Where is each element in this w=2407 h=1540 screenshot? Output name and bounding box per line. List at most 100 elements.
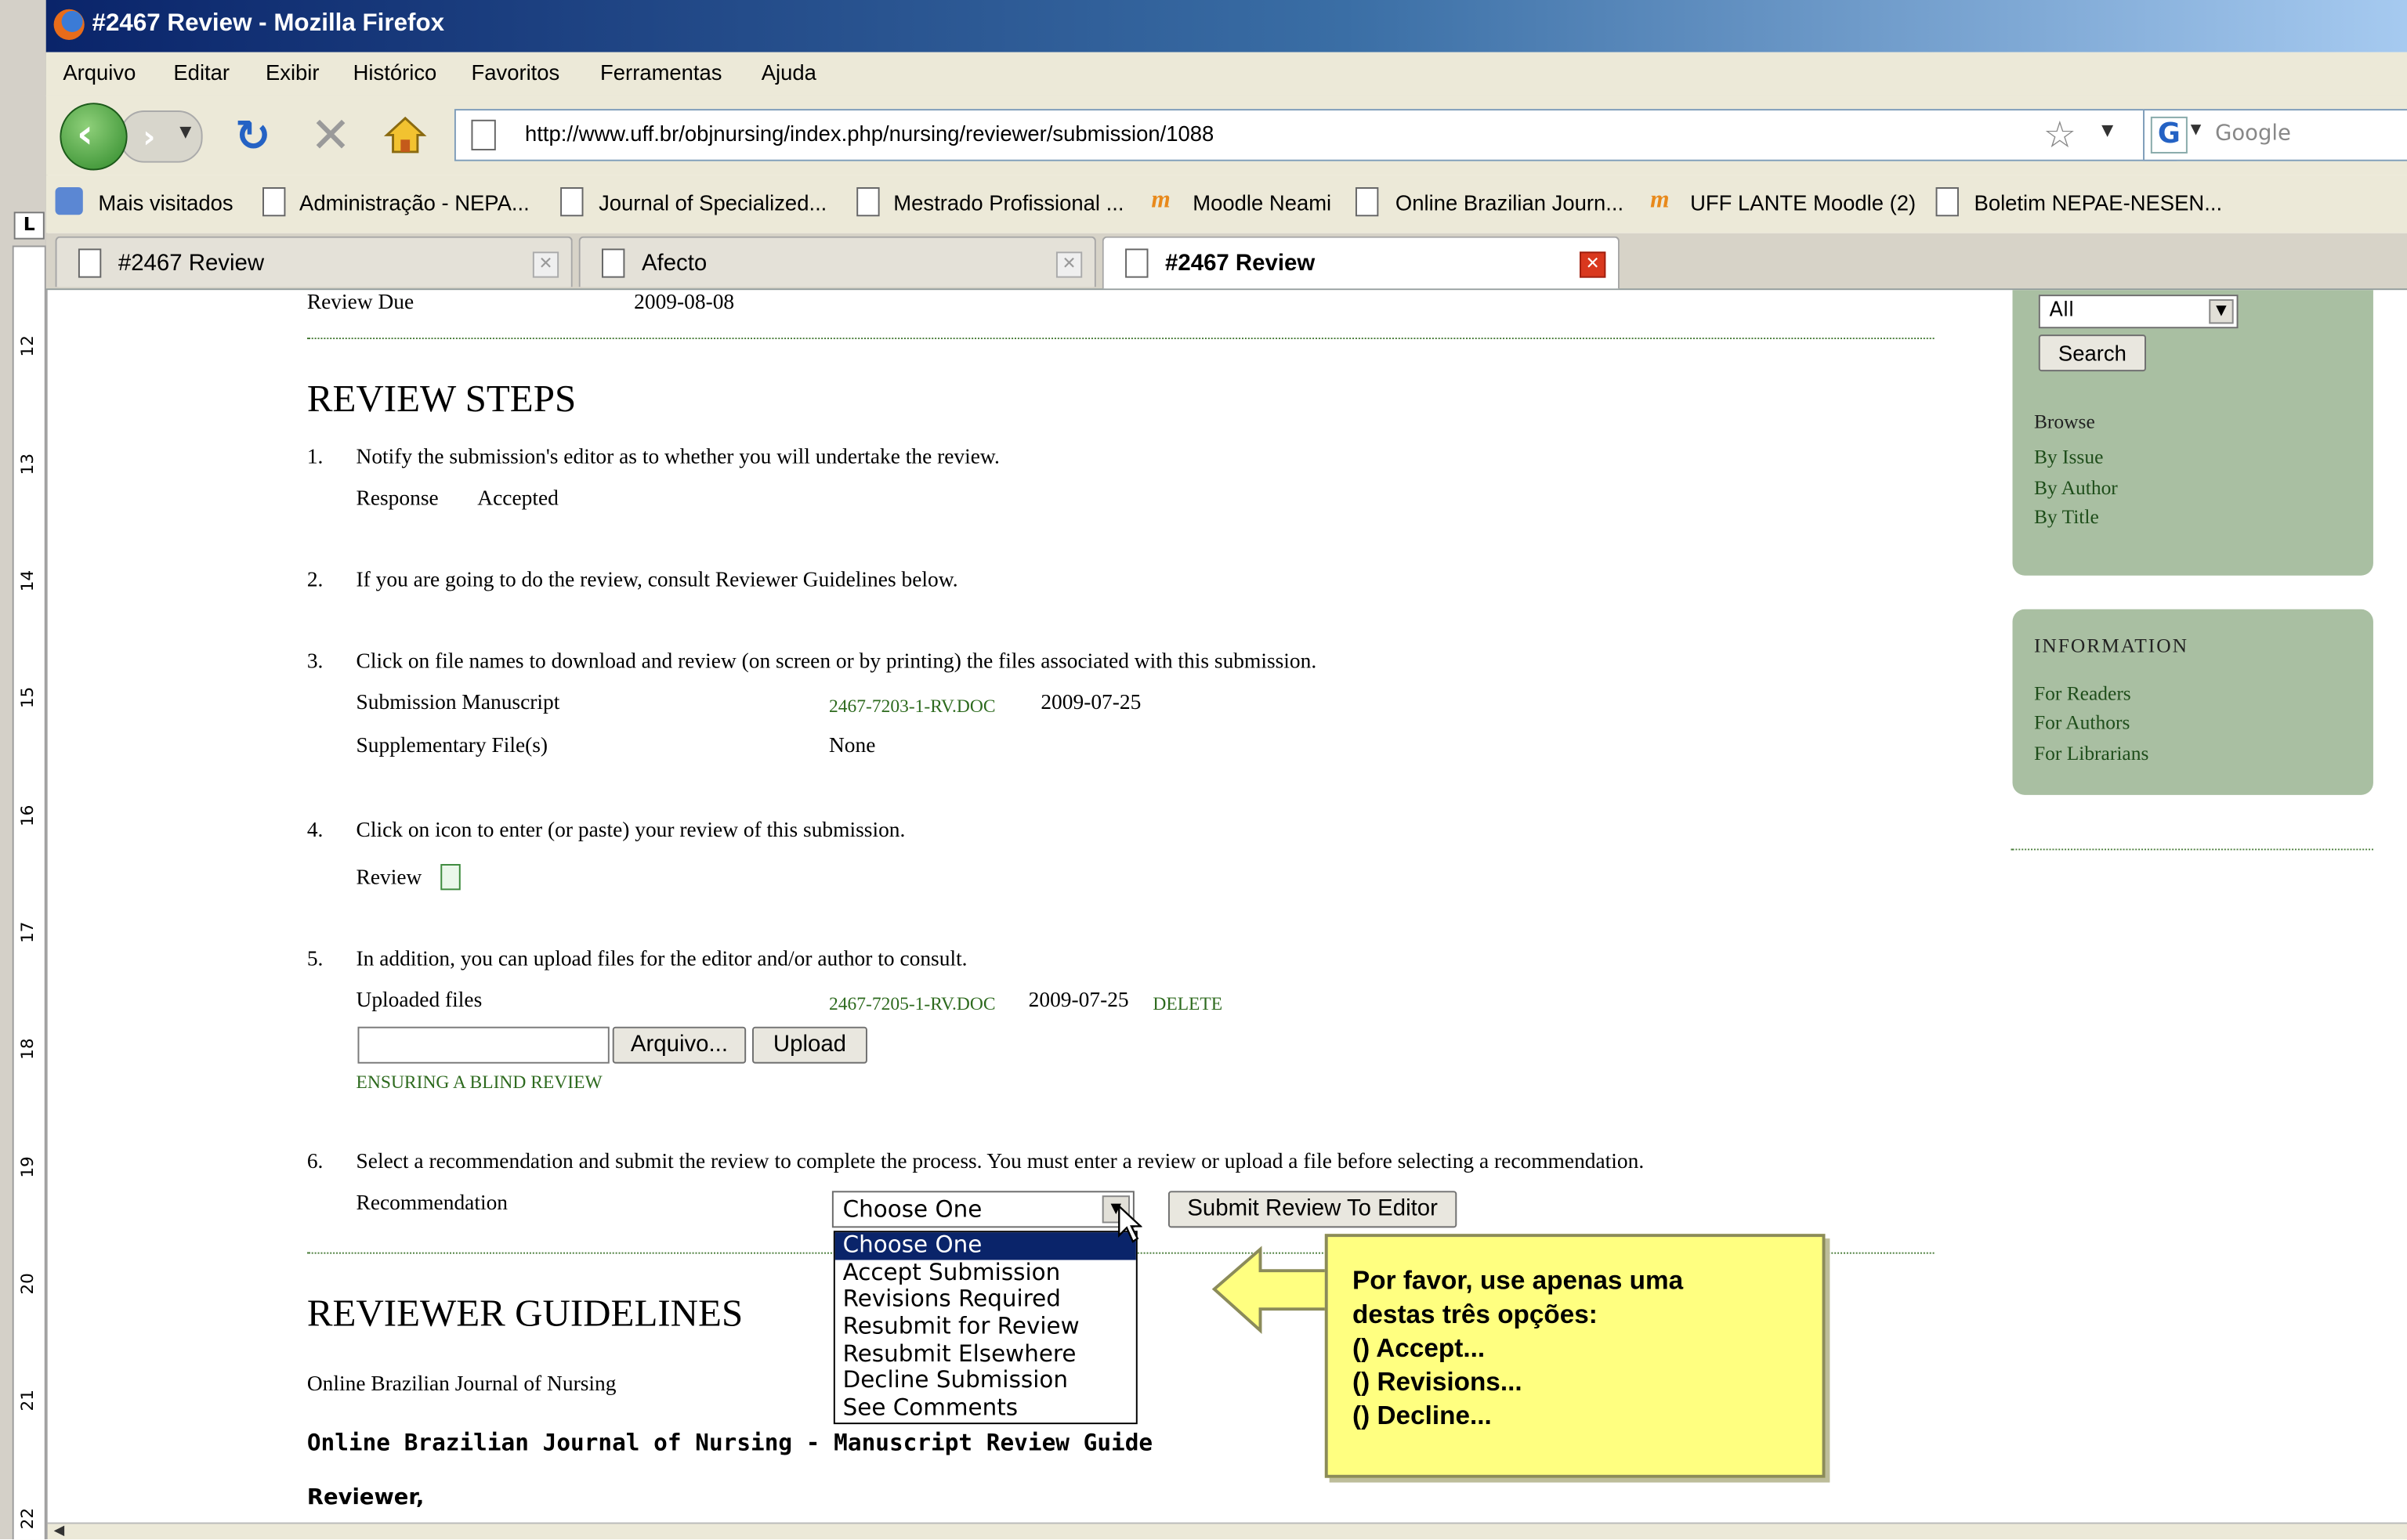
- bookmark-online-brazilian[interactable]: Online Brazilian Journ...: [1395, 190, 1623, 215]
- for-librarians-link[interactable]: For Librarians: [2034, 741, 2148, 765]
- tab-label: #2467 Review: [118, 250, 265, 277]
- bookmark-uff-lante[interactable]: UFF LANTE Moodle (2): [1690, 190, 1916, 215]
- browse-by-title-link[interactable]: By Title: [2034, 505, 2099, 530]
- close-tab-icon[interactable]: ✕: [1580, 251, 1606, 278]
- menu-ferramentas[interactable]: Ferramentas: [600, 60, 722, 84]
- stop-icon[interactable]: ✕: [310, 106, 352, 164]
- submit-review-button[interactable]: Submit Review To Editor: [1167, 1191, 1457, 1228]
- engine-dropdown-icon[interactable]: ▼: [2191, 123, 2202, 139]
- search-sidebar-box: All ▼ Search Browse By Issue By Author B…: [2012, 290, 2373, 576]
- ruler-number: 15: [17, 686, 38, 709]
- option-accept-submission[interactable]: Accept Submission: [835, 1259, 1136, 1287]
- ruler-number: 18: [17, 1038, 38, 1060]
- browse-by-issue-link[interactable]: By Issue: [2034, 445, 2103, 469]
- forward-button[interactable]: › ▼: [119, 110, 203, 163]
- close-tab-icon[interactable]: ✕: [532, 251, 559, 278]
- bookmark-star-icon[interactable]: ☆: [2043, 114, 2076, 157]
- horizontal-scrollbar[interactable]: ◀: [47, 1522, 2407, 1540]
- menu-historico[interactable]: Histórico: [353, 60, 437, 84]
- manuscript-file-link[interactable]: 2467-7203-1-RV.DOC: [829, 696, 996, 718]
- page-icon: [1935, 187, 1959, 217]
- uploaded-file-link[interactable]: 2467-7205-1-RV.DOC: [829, 993, 996, 1016]
- step2-text: If you are going to do the review, consu…: [356, 569, 958, 593]
- bookmark-nepa[interactable]: Administração - NEPA...: [299, 190, 530, 215]
- uploaded-date: 2009-07-25: [1028, 989, 1129, 1014]
- bookmark-mestrado[interactable]: Mestrado Profissional ...: [893, 190, 1124, 215]
- step-number: 1.: [306, 446, 324, 470]
- step-number: 5.: [306, 948, 324, 972]
- dropdown-arrow-icon[interactable]: ▼: [2209, 299, 2234, 324]
- step-number: 6.: [306, 1151, 324, 1174]
- ruler-number: 20: [17, 1273, 38, 1295]
- google-engine-icon[interactable]: G: [2150, 116, 2188, 154]
- url-dropdown-icon[interactable]: ▼: [2101, 123, 2113, 140]
- delete-link[interactable]: DELETE: [1153, 993, 1222, 1016]
- mouse-cursor-icon: [1118, 1204, 1142, 1243]
- menu-arquivo[interactable]: Arquivo: [63, 60, 136, 84]
- browse-by-author-link[interactable]: By Author: [2034, 475, 2118, 500]
- scroll-left-icon[interactable]: ◀: [54, 1524, 65, 1539]
- bookmark-boletim[interactable]: Boletim NEPAE-NESEN...: [1974, 190, 2223, 215]
- option-choose-one[interactable]: Choose One: [834, 1232, 1136, 1260]
- search-placeholder[interactable]: Google: [2215, 121, 2291, 146]
- step6-text: Select a recommendation and submit the r…: [356, 1151, 1645, 1174]
- search-scope-select[interactable]: All ▼: [2038, 295, 2239, 329]
- home-icon[interactable]: [383, 114, 427, 157]
- vertical-ruler: 12 13 14 15 16 17 18 19 20 21 22: [12, 245, 46, 1540]
- tab-review-active[interactable]: #2467 Review ✕: [1102, 236, 1620, 289]
- browse-heading: Browse: [2033, 410, 2095, 433]
- step3-text: Click on file names to download and revi…: [356, 650, 1317, 674]
- reload-icon[interactable]: ↻: [235, 110, 271, 161]
- step1-text: Notify the submission's editor as to whe…: [356, 446, 1000, 470]
- search-button[interactable]: Search: [2038, 334, 2146, 372]
- option-revisions-required[interactable]: Revisions Required: [835, 1286, 1136, 1314]
- bookmark-moodle-neami[interactable]: Moodle Neami: [1193, 190, 1331, 215]
- ruler-number: 14: [17, 569, 38, 592]
- bookmark-most-visited[interactable]: Mais visitados: [98, 190, 233, 215]
- ruler-number: 22: [17, 1507, 38, 1530]
- recommendation-select[interactable]: Choose One ▼: [831, 1191, 1135, 1228]
- window-title-bar: #2467 Review - Mozilla Firefox: [45, 0, 2407, 52]
- menu-editar[interactable]: Editar: [173, 60, 230, 84]
- step5-text: In addition, you can upload files for th…: [356, 948, 968, 972]
- tab-stop-selector[interactable]: L: [13, 211, 45, 240]
- url-text[interactable]: http://www.uff.br/objnursing/index.php/n…: [525, 121, 1214, 146]
- option-resubmit-for-review[interactable]: Resubmit for Review: [835, 1314, 1136, 1341]
- option-resubmit-elsewhere[interactable]: Resubmit Elsewhere: [835, 1340, 1136, 1368]
- review-document-icon[interactable]: [440, 864, 461, 891]
- divider: [306, 338, 1935, 339]
- word-side-strip: L 12 13 14 15 16 17 18 19 20 21 22: [0, 0, 48, 1540]
- close-tab-icon[interactable]: ✕: [1055, 251, 1083, 278]
- menu-exibir[interactable]: Exibir: [266, 60, 320, 84]
- tab-afecto[interactable]: Afecto ✕: [578, 236, 1096, 287]
- bookmark-journal-specialized[interactable]: Journal of Specialized...: [599, 190, 827, 215]
- guidelines-title: Online Brazilian Journal of Nursing - Ma…: [306, 1429, 1153, 1457]
- recommendation-options-list: Choose One Accept Submission Revisions R…: [833, 1231, 1138, 1424]
- browse-file-button[interactable]: Arquivo...: [612, 1026, 747, 1064]
- review-due-label: Review Due: [306, 291, 414, 315]
- upload-button[interactable]: Upload: [752, 1026, 867, 1064]
- page-icon: [471, 119, 496, 151]
- blind-review-link[interactable]: ENSURING A BLIND REVIEW: [357, 1072, 603, 1094]
- step-number: 4.: [306, 819, 324, 843]
- left-arrow-icon: [1211, 1245, 1333, 1335]
- option-see-comments[interactable]: See Comments: [835, 1394, 1136, 1423]
- file-path-input[interactable]: [357, 1026, 610, 1064]
- for-authors-link[interactable]: For Authors: [2034, 710, 2130, 735]
- supplementary-value: None: [828, 735, 876, 758]
- history-dropdown-icon[interactable]: ▼: [179, 125, 191, 142]
- bookmarks-toolbar: Mais visitados Administração - NEPA... J…: [45, 175, 2407, 233]
- search-box[interactable]: G ▼ Google: [2143, 109, 2407, 161]
- menu-favoritos[interactable]: Favoritos: [471, 60, 559, 84]
- address-bar[interactable]: http://www.uff.br/objnursing/index.php/n…: [454, 109, 2177, 161]
- tab-review-1[interactable]: #2467 Review ✕: [55, 236, 573, 287]
- back-button[interactable]: ‹: [60, 103, 128, 171]
- for-readers-link[interactable]: For Readers: [2034, 681, 2131, 706]
- chevron-right-icon: ›: [143, 117, 156, 155]
- divider: [2011, 848, 2373, 851]
- search-scope-value: All: [2049, 299, 2075, 323]
- uploaded-files-label: Uploaded files: [356, 989, 483, 1014]
- menu-ajuda[interactable]: Ajuda: [762, 60, 816, 84]
- option-decline-submission[interactable]: Decline Submission: [835, 1368, 1136, 1396]
- recommendation-label: Recommendation: [356, 1192, 509, 1216]
